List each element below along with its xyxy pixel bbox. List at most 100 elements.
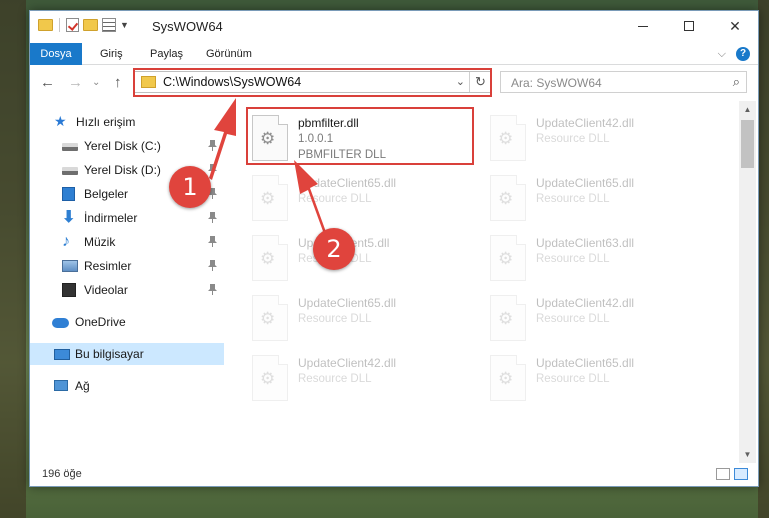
star-icon: ★ [54,113,67,129]
pin-icon[interactable] [208,260,217,271]
address-highlight-box [133,68,492,97]
dll-file-icon: ⚙ [490,175,526,221]
pictures-icon [62,260,78,272]
sidebar-item-label: İndirmeler [84,211,138,225]
sidebar-item-this-pc[interactable]: Bu bilgisayar [30,343,224,365]
help-icon[interactable]: ? [736,47,750,61]
gear-icon: ⚙ [498,129,514,148]
sidebar-item-onedrive[interactable]: OneDrive [30,311,224,333]
sidebar-item-videos[interactable]: Videolar [30,279,224,301]
file-description: Resource DLL [536,193,610,205]
sidebar-item-pictures[interactable]: Resimler [30,255,224,277]
gear-icon: ⚙ [498,189,514,208]
sidebar-item-label: Yerel Disk (C:) [84,139,161,153]
vertical-scrollbar[interactable]: ▲ ▼ [739,101,756,463]
scroll-down-icon[interactable]: ▼ [739,446,756,463]
status-bar: 196 öğe [30,463,758,487]
recent-dropdown-icon[interactable]: ⌄ [92,77,100,88]
file-description: Resource DLL [536,253,610,265]
sidebar-item-label: Yerel Disk (D:) [84,163,161,177]
file-description: Resource DLL [298,193,372,205]
pin-icon[interactable] [208,236,217,247]
gear-icon: ⚙ [498,309,514,328]
sidebar-item-label: OneDrive [75,315,126,329]
file-item[interactable]: ⚙ UpdateClient65.dll Resource DLL [486,351,716,409]
qat-dropdown-icon[interactable]: ▼ [120,20,129,30]
file-item[interactable]: ⚙ UpdateClient42.dll Resource DLL [486,291,716,349]
dll-file-icon: ⚙ [490,295,526,341]
gear-icon: ⚙ [498,249,514,268]
file-name: UpdateClient42.dll [536,296,635,310]
search-input[interactable]: Ara: SysWOW64 ⌕ [500,71,747,93]
minimize-icon [638,25,648,27]
tab-share[interactable]: Paylaş [150,43,183,65]
pin-icon[interactable] [208,164,217,175]
pin-icon[interactable] [208,284,217,295]
details-icon[interactable] [102,18,116,32]
tab-file[interactable]: Dosya [30,43,82,65]
videos-icon [62,283,76,297]
file-description: Resource DLL [536,313,610,325]
gear-icon: ⚙ [260,369,276,388]
search-placeholder: Ara: SysWOW64 [511,76,602,90]
item-count: 196 öğe [42,468,82,480]
file-description: Resource DLL [298,313,372,325]
sidebar-item-label: Hızlı erişim [76,115,136,129]
sidebar-item-downloads[interactable]: ⬇ İndirmeler [30,207,224,229]
pin-icon[interactable] [208,212,217,223]
maximize-button[interactable] [666,11,712,41]
ribbon-expand-icon[interactable]: ⌵ [718,48,726,61]
file-name: UpdateClient65.dll [298,296,397,310]
sidebar-item-label: Belgeler [84,187,129,201]
back-arrow-icon[interactable]: ← [40,74,55,91]
folder-icon [38,19,53,31]
minimize-button[interactable] [620,11,666,41]
window-title: SysWOW64 [152,19,223,34]
file-name: UpdateClient42.dll [298,356,397,370]
file-description: Resource DLL [298,373,372,385]
navigation-pane: ★ Hızlı erişim Yerel Disk (C:) Yerel Dis… [30,101,226,463]
sidebar-item-network[interactable]: Ağ [30,375,224,397]
details-view-icon[interactable] [716,468,730,480]
sidebar-item-quick-access[interactable]: ★ Hızlı erişim [30,111,224,133]
file-item[interactable]: ⚙ UpdateClient63.dll Resource DLL [486,231,716,289]
pin-icon[interactable] [208,140,217,151]
large-icons-view-icon[interactable] [734,468,748,480]
search-icon[interactable]: ⌕ [733,74,740,90]
file-item[interactable]: ⚙ UpdateClient42.dll Resource DLL [248,351,478,409]
file-name: UpdateClient63.dll [536,236,635,250]
file-item[interactable]: ⚙ UpdateClient42.dll Resource DLL [486,111,716,169]
scroll-up-icon[interactable]: ▲ [739,101,756,118]
dll-file-icon: ⚙ [252,235,288,281]
close-icon: ✕ [729,17,741,34]
dll-file-icon: ⚙ [490,115,526,161]
tab-view[interactable]: Görünüm [206,43,252,65]
gear-icon: ⚙ [260,309,276,328]
sidebar-item-music[interactable]: ♪ Müzik [30,231,224,253]
up-arrow-icon[interactable]: ↑ [114,74,122,91]
sidebar-item-label: Ağ [75,379,90,393]
gear-icon: ⚙ [498,369,514,388]
sidebar-item-disk-c[interactable]: Yerel Disk (C:) [30,135,224,157]
sidebar-item-label: Bu bilgisayar [75,347,144,361]
tab-home[interactable]: Giriş [100,43,123,65]
forward-arrow-icon[interactable]: → [68,74,83,91]
cloud-icon [52,318,69,328]
sidebar-item-label: Resimler [84,259,132,273]
file-item[interactable]: ⚙ UpdateClient5.dll Resource DLL [248,231,478,289]
scroll-thumb[interactable] [741,120,754,168]
disk-icon [62,167,78,175]
file-item[interactable]: ⚙ UpdateClient65.dll Resource DLL [486,171,716,229]
quick-access-toolbar: ▼ [38,18,129,32]
file-item[interactable]: ⚙ UpdateClient65.dll Resource DLL [248,171,478,229]
properties-check-icon[interactable] [66,18,79,32]
file-description: Resource DLL [536,373,610,385]
new-folder-icon[interactable] [83,19,98,31]
disk-icon [62,143,78,151]
file-item[interactable]: ⚙ UpdateClient65.dll Resource DLL [248,291,478,349]
gear-icon: ⚙ [260,249,276,268]
maximize-icon [684,21,694,31]
file-name: UpdateClient65.dll [536,176,635,190]
ribbon: Dosya Giriş Paylaş Görünüm ⌵ ? [30,43,758,65]
close-button[interactable]: ✕ [712,11,758,41]
